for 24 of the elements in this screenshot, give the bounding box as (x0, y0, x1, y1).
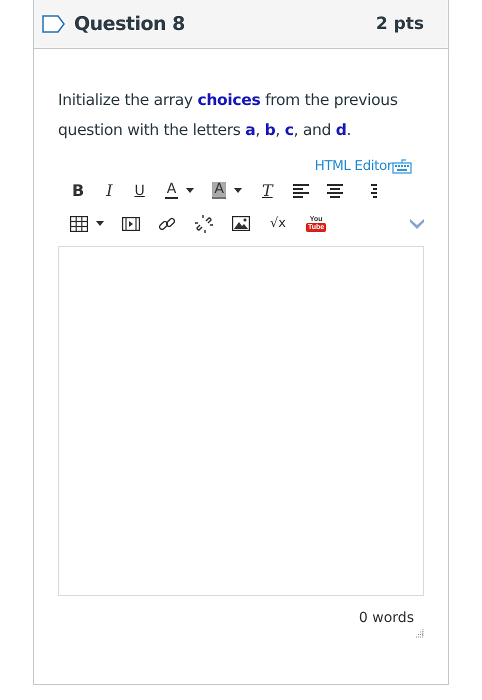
flag-icon[interactable] (42, 15, 66, 33)
film-icon[interactable] (122, 216, 140, 230)
keyboard-icon (392, 158, 412, 174)
underline-button[interactable]: U (132, 182, 147, 198)
align-center-icon[interactable] (326, 184, 343, 198)
italic-button[interactable]: I (104, 181, 115, 200)
html-editor-link[interactable]: HTML Editor (314, 158, 412, 174)
question-text: Initialize the array choices from the previous question with the letters a, b, c, and d. (58, 90, 399, 141)
resize-handle-icon[interactable] (414, 628, 424, 638)
background-color-button[interactable]: A (212, 182, 226, 199)
bold-button[interactable]: B (70, 181, 86, 200)
table-icon[interactable] (70, 216, 88, 232)
caret-icon[interactable] (234, 188, 242, 193)
text-color-button[interactable]: A (164, 182, 178, 199)
question-title: Question 8 (74, 13, 186, 35)
caret-icon[interactable] (96, 221, 104, 226)
word-count: 0 words (358, 610, 414, 626)
image-icon[interactable] (232, 216, 250, 231)
caret-icon[interactable] (186, 188, 194, 193)
points: 2 pts (376, 14, 424, 34)
clear-formatting-button[interactable]: T (260, 181, 275, 200)
unlink-icon[interactable] (194, 214, 214, 234)
align-left-icon[interactable] (292, 184, 309, 198)
equation-button[interactable]: √x (268, 216, 288, 231)
